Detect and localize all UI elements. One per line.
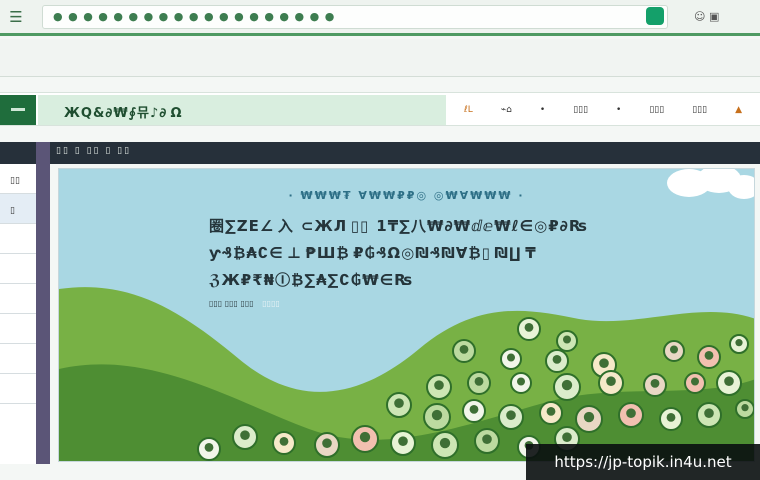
avatar-face	[474, 376, 484, 386]
nav-item[interactable]: ▲	[735, 105, 742, 115]
nav-item[interactable]: ▯▯▯	[573, 105, 588, 115]
sidebar-item[interactable]	[0, 224, 36, 254]
hero-meta-text: ▯▯▯ ▯▯▯ ▯▯▯	[209, 299, 254, 308]
hero-banner: · ₩₩₩₮ ∀₩₩₽₽◎ ◎₩∀₩₩₩ · 圈∑ZE∠ 入 ⊂ЖЛ ▯▯ 1₸…	[58, 168, 755, 462]
avatar-face	[394, 398, 404, 408]
avatar-face	[626, 408, 636, 418]
sidebar-item[interactable]: ▯▯	[0, 164, 36, 194]
avatar-face	[507, 353, 515, 362]
avatar-face	[524, 322, 534, 332]
nav-item[interactable]: ⌁⌂	[501, 105, 512, 115]
avatar-face	[704, 350, 714, 360]
sidebar-item[interactable]	[0, 254, 36, 284]
avatar-face	[666, 412, 676, 422]
nav-item[interactable]: ▯▯▯	[649, 105, 664, 115]
avatar-face	[650, 378, 660, 388]
avatar-face	[563, 335, 571, 344]
nav-item[interactable]: •	[540, 105, 545, 115]
nav-item[interactable]: ▯▯▯	[692, 105, 707, 115]
address-bar[interactable]: ● ● ● ● ● ● ● ● ● ● ● ● ● ● ● ● ● ● ●	[42, 5, 668, 29]
toolbar-icons[interactable]: ☺ ▣	[694, 10, 719, 23]
avatar-face	[517, 377, 525, 386]
hero-headline-line: ℨЖ₽₹₦Ⓘ₿∑₳∑∁₲₩∈₨	[209, 271, 417, 289]
hero-headline: 圈∑ZE∠ 入 ⊂ЖЛ ▯▯ 1₸∑八₩∂₩ⅆⅇ₩ℓ∈◎₽∂₨ ƴ₰₿₳∁∈ ⊥…	[209, 213, 629, 294]
address-text: ● ● ● ● ● ● ● ● ● ● ● ● ● ● ● ● ● ● ●	[53, 10, 336, 23]
hero-kicker: · ₩₩₩₮ ∀₩₩₽₽◎ ◎₩∀₩₩₩ ·	[288, 189, 525, 202]
nav-menu: ℓL ⌁⌂ • ▯▯▯ • ▯▯▯ ▯▯▯ ▲	[446, 95, 760, 125]
sidebar-item[interactable]	[0, 344, 36, 374]
avatar-face	[398, 436, 408, 447]
avatar-face	[431, 409, 443, 421]
avatar-face	[724, 376, 734, 386]
avatar-face	[359, 431, 371, 443]
home-bar-icon	[11, 108, 25, 111]
hero-headline-line: 圈∑ZE∠ 入 ⊂ЖЛ ▯▯ 1₸∑八₩∂₩ⅆⅇ₩ℓ∈◎₽∂₨	[209, 217, 588, 235]
avatar-face	[439, 437, 451, 449]
avatar-face	[599, 358, 609, 368]
site-navbar: ЖQ&∂₩∮뮤♪∂ Ω ℓL ⌁⌂ • ▯▯▯ • ▯▯▯ ▯▯▯ ▲	[0, 92, 760, 126]
section-header-text: ▯▯ ▯ ▯▯ ▯ ▯▯	[56, 146, 132, 156]
left-sidebar: ▯▯ ▯	[0, 164, 36, 464]
sidebar-item-active[interactable]: ▯	[0, 194, 36, 224]
hero-headline-line: ƴ₰₿₳∁∈ ⊥ ₱Ш₿ ₽₲₰Ω◎₪₰₪∀₿▯ ₪∐ ₸	[209, 244, 537, 262]
avatar-face	[322, 438, 332, 449]
browser-toolbar: ☰ ● ● ● ● ● ● ● ● ● ● ● ● ● ● ● ● ● ● ● …	[0, 0, 760, 36]
avatar-face	[506, 410, 516, 420]
site-brand-text: ЖQ&∂₩∮뮤♪∂ Ω	[64, 106, 183, 121]
avatar-face	[279, 436, 289, 446]
avatar-face	[562, 432, 572, 443]
home-button[interactable]	[0, 95, 36, 125]
avatar-face	[552, 354, 562, 364]
avatar-face	[704, 408, 714, 418]
avatar-face	[735, 339, 743, 347]
sidebar-item[interactable]	[0, 314, 36, 344]
avatar-face	[482, 434, 492, 445]
hero-meta-link[interactable]: ▯▯▯▯	[262, 299, 280, 308]
avatar-face	[741, 404, 749, 412]
bookmarks-bar	[0, 39, 760, 77]
avatar-face	[691, 377, 699, 386]
nav-item[interactable]: ℓL	[464, 105, 473, 115]
avatar-face	[561, 379, 573, 391]
sidebar-item[interactable]	[0, 374, 36, 404]
avatar-face	[434, 380, 444, 390]
hero-meta: ▯▯▯ ▯▯▯ ▯▯▯ ▯▯▯▯	[209, 299, 280, 308]
avatar-face	[670, 345, 678, 354]
avatar-face	[583, 411, 595, 423]
hamburger-menu-icon[interactable]: ☰	[6, 8, 26, 26]
site-brand[interactable]: ЖQ&∂₩∮뮤♪∂ Ω	[38, 95, 446, 125]
avatar-face	[469, 404, 479, 414]
avatar-face	[606, 376, 616, 386]
sidebar-item[interactable]	[0, 284, 36, 314]
sidebar-rail	[36, 142, 50, 464]
avatar-face	[546, 406, 556, 416]
watermark-url: https://jp-topik.in4u.net	[526, 444, 760, 480]
go-button[interactable]	[646, 7, 664, 25]
section-header-bar: ▯▯ ▯ ▯▯ ▯ ▯▯	[0, 142, 760, 164]
avatar-face	[240, 430, 250, 441]
nav-item[interactable]: •	[616, 105, 621, 115]
avatar-face	[459, 344, 469, 354]
avatar-face	[204, 442, 214, 452]
